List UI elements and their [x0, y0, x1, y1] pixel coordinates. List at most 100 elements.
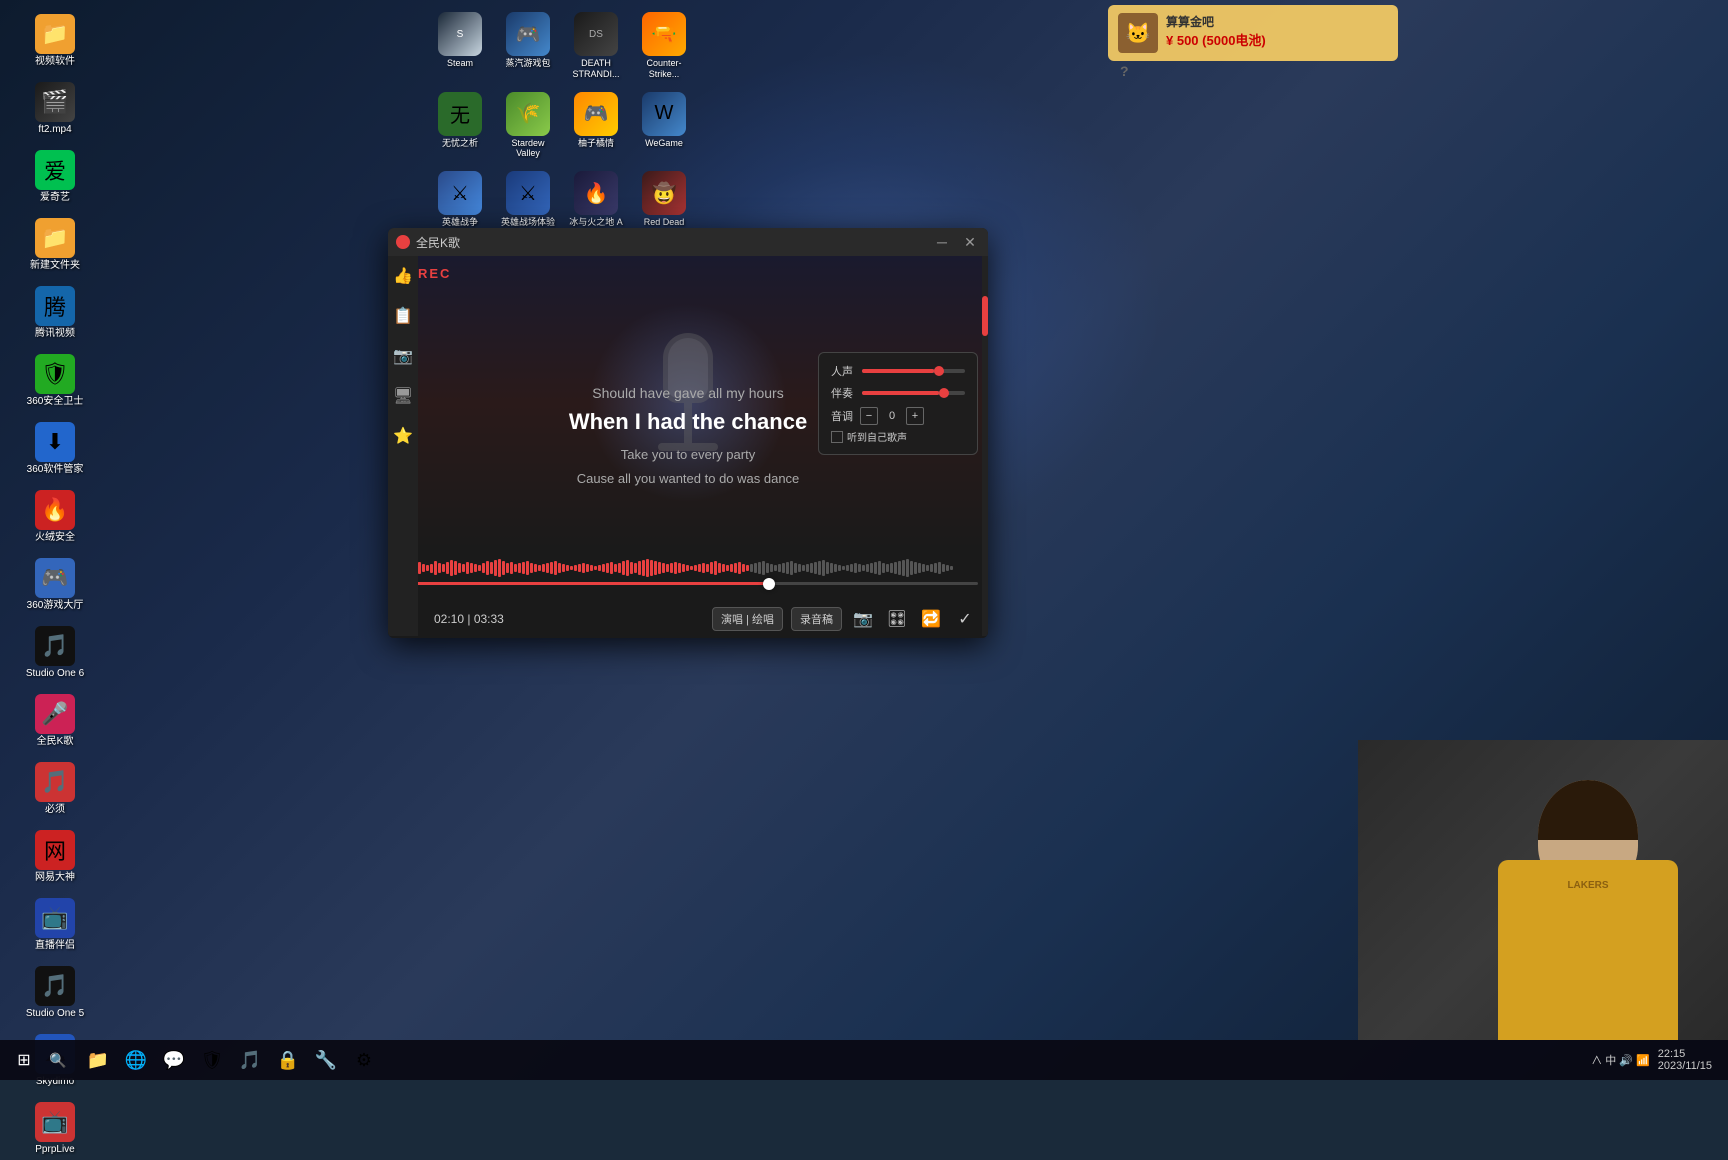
desktop-icon-studioone5[interactable]: 🎵 Studio One 5 — [10, 962, 100, 1024]
studioone-icon: 🎵 — [35, 626, 75, 666]
start-button[interactable]: ⊞ — [8, 1044, 40, 1076]
deathstranding-label: DEATH STRANDI... — [568, 58, 624, 80]
desktop-icon-folder1[interactable]: 📁 视频软件 — [10, 10, 100, 72]
eq-increase-button[interactable]: + — [906, 407, 924, 425]
ktv-close-button[interactable]: ✕ — [960, 232, 980, 252]
iqiyi-label: 爱奇艺 — [40, 192, 70, 204]
accompaniment-slider[interactable] — [862, 391, 965, 395]
ktv-camera-button[interactable]: 📷 — [391, 344, 415, 368]
taskbar-clock: 22:152023/11/15 — [1658, 1048, 1712, 1072]
taskbar-music[interactable]: 🎵 — [232, 1042, 268, 1078]
vocal-thumb — [934, 366, 944, 376]
desktop-icon-360game[interactable]: 🎮 360游戏大厅 — [10, 554, 100, 616]
stardew-icon: 🌾 — [506, 92, 550, 136]
stardew-label: Stardew Valley — [500, 138, 556, 160]
desktop-icon-ft2[interactable]: 🎬 ft2.mp4 — [10, 78, 100, 140]
wegame-icon: W — [642, 92, 686, 136]
desktop-icon-neteasemusic[interactable]: 网 网易大神 — [10, 826, 100, 888]
desktop-icon-folder2[interactable]: 📁 新建文件夹 — [10, 214, 100, 276]
icon-steamgames[interactable]: 🎮 蒸汽游戏包 — [496, 8, 560, 84]
360game-label: 360游戏大厅 — [27, 600, 84, 612]
taskbar-shield[interactable]: 🛡 — [194, 1042, 230, 1078]
wuyou-icon: 无 — [438, 92, 482, 136]
titlebar-controls: ─ ✕ — [932, 232, 980, 252]
progress-thumb[interactable] — [763, 578, 775, 590]
desktop-icon-huorong[interactable]: 🔥 火绒安全 — [10, 486, 100, 548]
desktop-icon-pprp[interactable]: 📺 PprpLive — [10, 1098, 100, 1160]
ktv-main-content: REC Should have gave all my hours When I… — [388, 256, 988, 550]
desktop-icon-tencent[interactable]: 腾 腾讯视频 — [10, 282, 100, 344]
taskbar-chat[interactable]: 💬 — [156, 1042, 192, 1078]
ktv-like-button[interactable]: 👍 — [391, 264, 415, 288]
360-icon: 🛡 — [35, 354, 75, 394]
ktv-screen-button[interactable]: 🖥 — [391, 384, 415, 408]
desktop-icon-iqiyi[interactable]: 爱 爱奇艺 — [10, 146, 100, 208]
biqiu-icon: 🎵 — [35, 762, 75, 802]
pprp-icon: 📺 — [35, 1102, 75, 1142]
volume-panel: 人声 伴奏 音调 − 0 + — [818, 352, 978, 455]
icon-wuyou[interactable]: 无 无忧之析 — [428, 88, 492, 164]
ktv-star-button[interactable]: ⭐ — [391, 424, 415, 448]
icon-yuzujuqing[interactable]: 🎮 柚子橘情 — [564, 88, 628, 164]
donation-text: 算算金吧 ¥ 500 (5000电池) — [1166, 13, 1388, 49]
360game-icon: 🎮 — [35, 558, 75, 598]
deathstranding-icon: DS — [574, 12, 618, 56]
donation-username: 算算金吧 — [1166, 13, 1388, 30]
taskbar-apps: 📁 🌐 💬 🛡 🎵 🔒 🔧 ⚙ — [80, 1042, 382, 1078]
equalizer-button[interactable]: 🎛 — [884, 606, 910, 632]
screenshot-button[interactable]: 📷 — [850, 606, 876, 632]
ktv-list-button[interactable]: 📋 — [391, 304, 415, 328]
wuyou-label: 无忧之析 — [442, 138, 478, 149]
huorong-label: 火绒安全 — [35, 532, 75, 544]
pprp-label: PprpLive — [35, 1144, 74, 1156]
huorong-icon: 🔥 — [35, 490, 75, 530]
ktv-scrollbar[interactable] — [982, 256, 988, 636]
taskbar-file-explorer[interactable]: 📁 — [80, 1042, 116, 1078]
desktop-icon-studioone[interactable]: 🎵 Studio One 6 — [10, 622, 100, 684]
repeat-button[interactable]: 🔁 — [918, 606, 944, 632]
folder2-label: 新建文件夹 — [30, 260, 80, 272]
person-body: LAKERS — [1498, 860, 1678, 1040]
score-mode-button[interactable]: 演唱 | 绘唱 — [712, 607, 783, 631]
vocal-label: 人声 — [831, 363, 856, 379]
360dl-icon: ⬇ — [35, 422, 75, 462]
desktop-icon-360[interactable]: 🛡 360安全卫士 — [10, 350, 100, 412]
taskbar-app8[interactable]: ⚙ — [346, 1042, 382, 1078]
folder1-label: 视频软件 — [35, 56, 75, 68]
icon-stardew[interactable]: 🌾 Stardew Valley — [496, 88, 560, 164]
record-button[interactable]: 录音稿 — [791, 607, 842, 631]
controls-bar: ⏸ 02:10 | 03:33 演唱 | 绘唱 录音稿 📷 🎛 🔁 ✓ — [388, 600, 988, 638]
yuzujuqing-label: 柚子橘情 — [578, 138, 614, 149]
taskbar-security[interactable]: 🔒 — [270, 1042, 306, 1078]
360-label: 360安全卫士 — [27, 396, 84, 408]
steam-icon: S — [438, 12, 482, 56]
eq-decrease-button[interactable]: − — [860, 407, 878, 425]
icon-steam[interactable]: S Steam — [428, 8, 492, 84]
desktop-icon-biqiu[interactable]: 🎵 必须 — [10, 758, 100, 820]
accompaniment-thumb — [939, 388, 949, 398]
eq-value: 0 — [882, 410, 902, 422]
taskbar-browser[interactable]: 🌐 — [118, 1042, 154, 1078]
ktv-minimize-button[interactable]: ─ — [932, 232, 952, 252]
icon-deathstranding[interactable]: DS DEATH STRANDI... — [564, 8, 628, 84]
vocal-fill — [862, 369, 934, 373]
hero1-icon: ⚔ — [438, 171, 482, 215]
search-button[interactable]: 🔍 — [44, 1046, 72, 1074]
progress-area — [388, 550, 988, 600]
icewithfire-icon: 🔥 — [574, 171, 618, 215]
body-logo: LAKERS — [1498, 860, 1678, 891]
desktop-icon-quanmin[interactable]: 🎤 全民K歌 — [10, 690, 100, 752]
desktop-icon-360dl[interactable]: ⬇ 360软件管家 — [10, 418, 100, 480]
icon-wegame[interactable]: W WeGame — [632, 88, 696, 164]
icon-csgo[interactable]: 🔫 Counter-Strike... — [632, 8, 696, 84]
accompaniment-fill — [862, 391, 939, 395]
vocal-slider[interactable] — [862, 369, 965, 373]
taskbar-tool[interactable]: 🔧 — [308, 1042, 344, 1078]
desktop-icon-zhibo[interactable]: 📺 直播伴侣 — [10, 894, 100, 956]
biqiu-label: 必须 — [45, 804, 65, 816]
hear-self-checkbox[interactable]: 听到自己歌声 — [831, 429, 965, 444]
progress-track[interactable] — [398, 582, 978, 585]
confirm-button[interactable]: ✓ — [952, 606, 978, 632]
ktv-titlebar: 全民K歌 ─ ✕ — [388, 228, 988, 256]
webcam-overlay: LAKERS — [1358, 740, 1728, 1040]
